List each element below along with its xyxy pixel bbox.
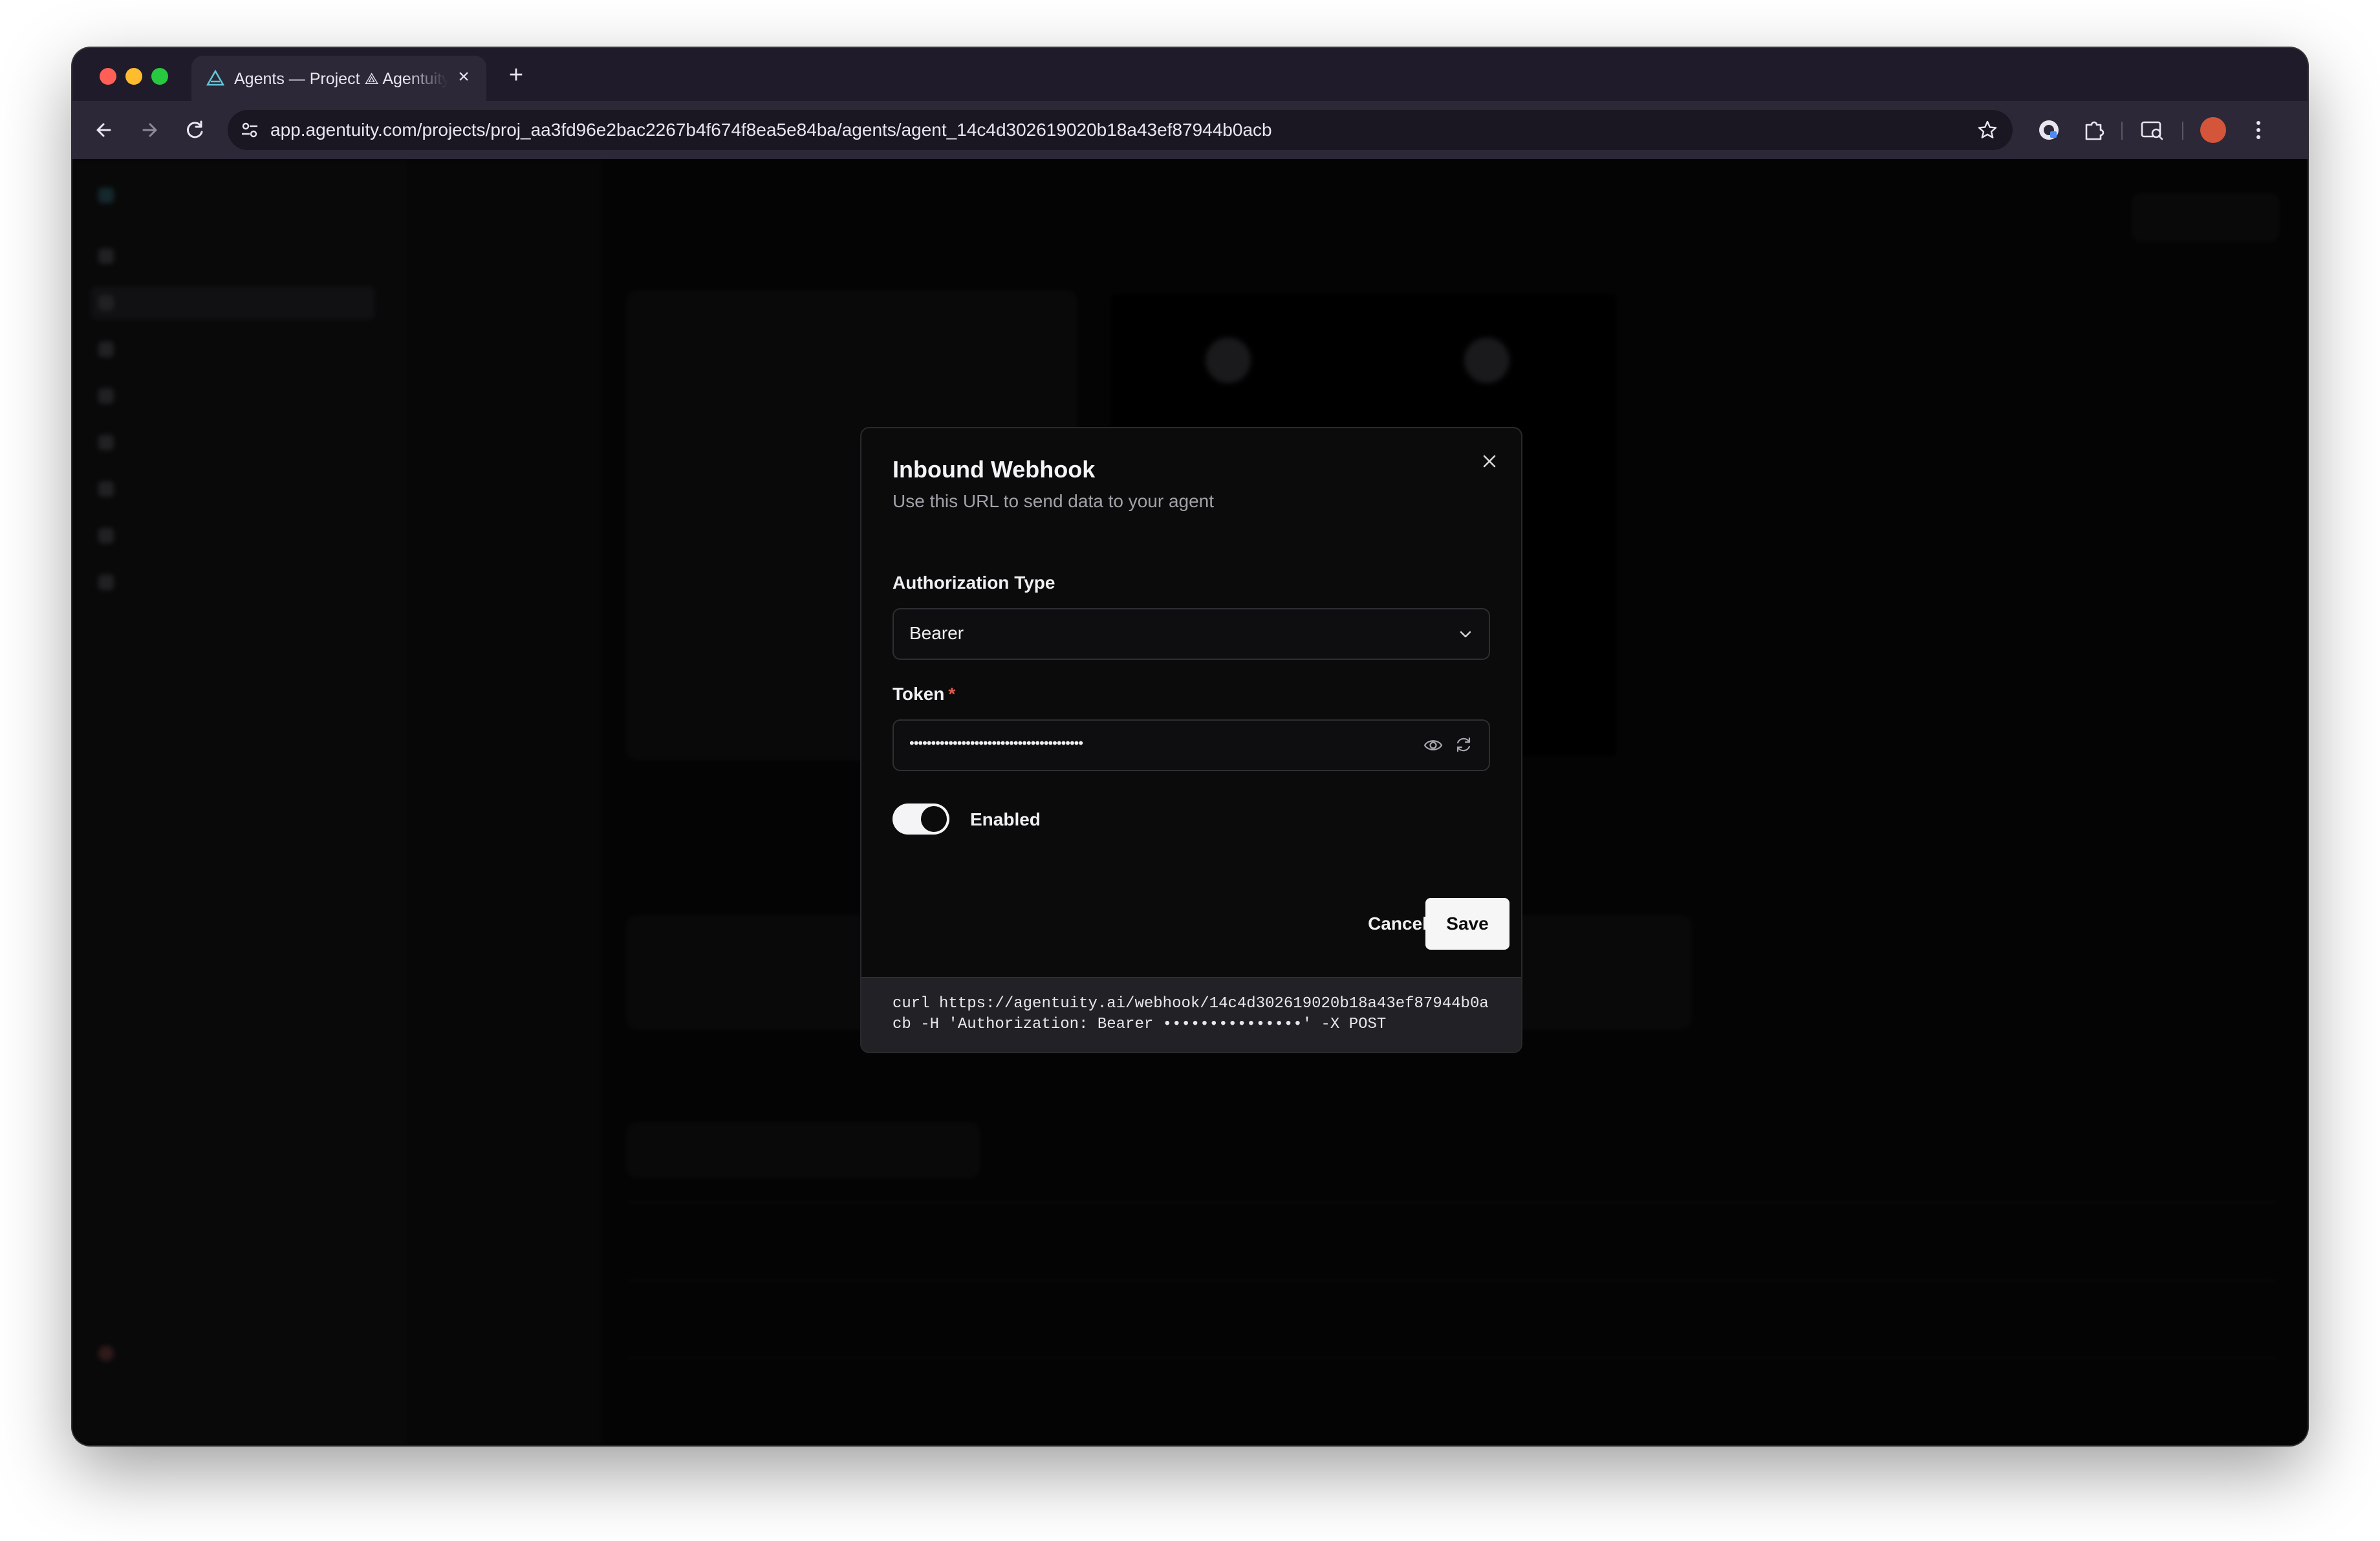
eye-icon[interactable]	[1423, 736, 1444, 754]
minimize-window-button[interactable]	[125, 68, 142, 85]
chevron-down-icon	[1460, 631, 1471, 638]
required-asterisk: *	[948, 684, 956, 704]
more-menu-icon[interactable]	[2244, 116, 2273, 144]
authorization-type-select[interactable]: Bearer	[892, 608, 1490, 660]
enabled-toggle[interactable]	[892, 803, 949, 835]
extension-icon[interactable]	[2035, 116, 2063, 144]
toggle-knob	[921, 806, 947, 832]
save-button[interactable]: Save	[1425, 898, 1509, 950]
tab-close-icon[interactable]: ×	[453, 66, 475, 88]
browser-tab[interactable]: Agents — Project ⟁ Agentuity ×	[191, 56, 486, 101]
enabled-label: Enabled	[970, 809, 1041, 829]
reload-icon[interactable]	[181, 116, 208, 144]
token-masked-value: ••••••••••••••••••••••••••••••••••••••••	[909, 735, 1083, 751]
bookmark-star-icon[interactable]	[1976, 119, 1998, 141]
dialog-title: Inbound Webhook	[892, 456, 1096, 483]
extensions-puzzle-icon[interactable]	[2080, 116, 2108, 144]
authorization-type-value: Bearer	[909, 623, 964, 643]
address-bar[interactable]: app.agentuity.com/projects/proj_aa3fd96e…	[228, 110, 2013, 150]
browser-toolbar: app.agentuity.com/projects/proj_aa3fd96e…	[72, 101, 2308, 159]
curl-command[interactable]: curl https://agentuity.ai/webhook/14c4d3…	[892, 994, 1494, 1035]
tab-search-icon[interactable]	[2138, 116, 2167, 144]
curl-example-panel: curl https://agentuity.ai/webhook/14c4d3…	[861, 977, 1521, 1052]
close-window-button[interactable]	[100, 68, 116, 85]
agentuity-logo-icon	[206, 69, 225, 86]
token-label: Token *	[892, 684, 956, 704]
address-url: app.agentuity.com/projects/proj_aa3fd96e…	[270, 120, 1272, 140]
forward-icon[interactable]	[136, 116, 163, 144]
tab-strip: Agents — Project ⟁ Agentuity × +	[72, 48, 2308, 101]
new-tab-icon[interactable]: +	[503, 62, 529, 88]
back-icon[interactable]	[91, 116, 118, 144]
dialog-subtitle: Use this URL to send data to your agent	[892, 491, 1215, 511]
profile-avatar[interactable]	[2200, 117, 2226, 143]
maximize-window-button[interactable]	[151, 68, 168, 85]
site-settings-icon[interactable]	[239, 120, 260, 140]
inbound-webhook-dialog: Inbound Webhook Use this URL to send dat…	[860, 427, 1522, 1053]
close-icon[interactable]	[1480, 452, 1499, 471]
refresh-icon[interactable]	[1454, 735, 1473, 754]
authorization-type-label: Authorization Type	[892, 573, 1055, 593]
token-input[interactable]: ••••••••••••••••••••••••••••••••••••••••	[892, 719, 1490, 771]
browser-window: Agents — Project ⟁ Agentuity × + app.age…	[72, 48, 2308, 1445]
